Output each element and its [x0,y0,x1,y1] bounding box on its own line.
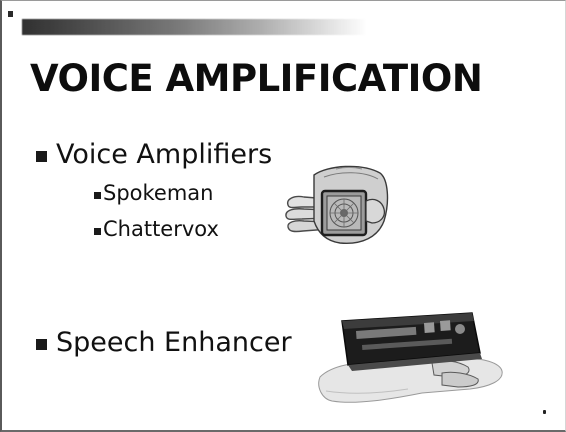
speck-mark [543,410,546,414]
sub-bullet-spokeman: Spokeman [94,181,213,205]
bullet-text: Voice Amplifiers [56,139,273,170]
voice-amplifier-in-hand-image [285,165,389,244]
bullet-speech-enhancer: Speech Enhancer [36,327,292,358]
slide-title: VOICE AMPLIFICATION [30,57,483,100]
bullet-text: Speech Enhancer [56,327,292,358]
sub-bullet-text: Spokeman [103,181,214,205]
slide: VOICE AMPLIFICATION Voice Amplifiers Spo… [0,0,566,432]
square-bullet-icon [36,150,47,162]
decorative-gradient-bar [22,19,367,35]
sub-bullet-chattervox: Chattervox [94,217,219,241]
square-bullet-icon [36,338,47,350]
square-bullet-icon [94,191,101,199]
square-bullet-icon [94,227,101,235]
speech-enhancer-in-hand-image [318,312,503,403]
sub-bullet-text: Chattervox [103,217,219,241]
corner-mark [8,11,13,17]
bullet-voice-amplifiers: Voice Amplifiers [36,139,272,170]
